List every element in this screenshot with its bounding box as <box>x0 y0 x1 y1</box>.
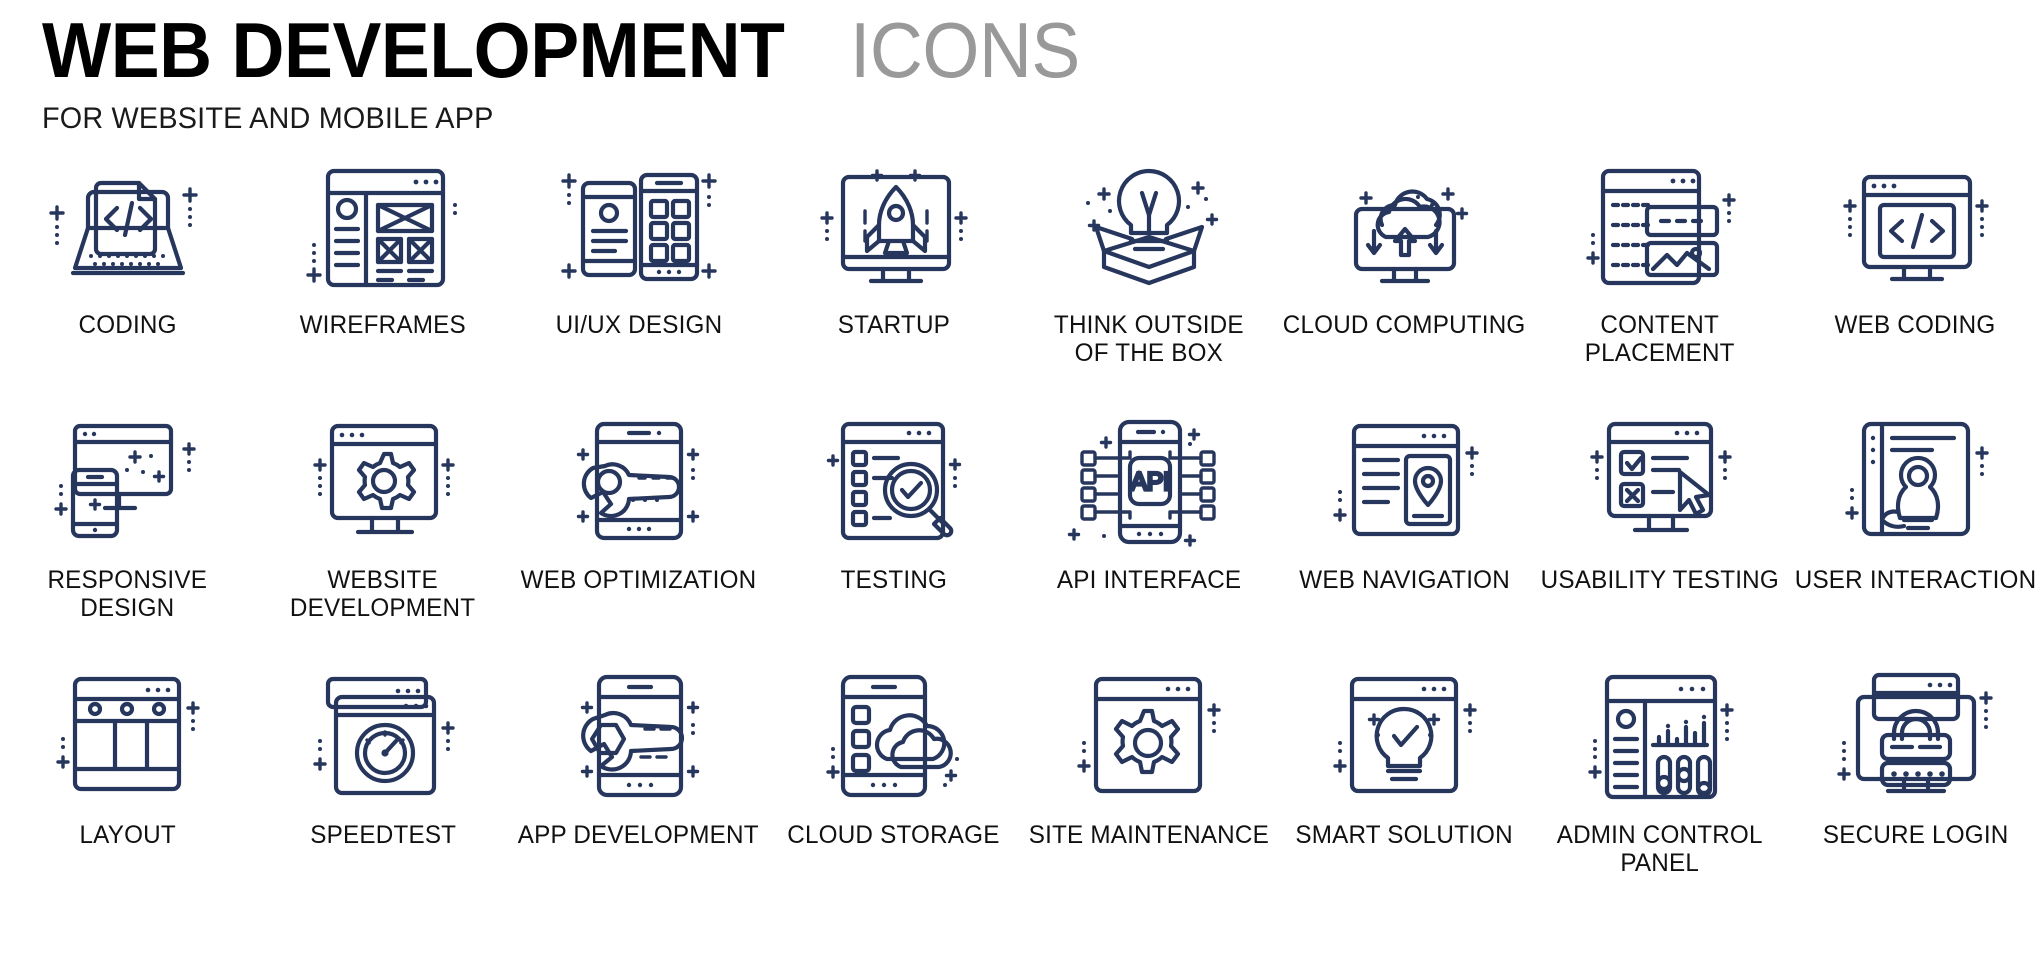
icon-cell-startup[interactable]: STARTUP <box>766 150 1021 405</box>
icon-cell-smart-solution[interactable]: SMART SOLUTION <box>1277 660 1532 915</box>
icon-label: STARTUP <box>837 311 950 339</box>
layout-grid-icon <box>38 660 218 815</box>
icon-label: CONTENT PLACEMENT <box>1584 311 1735 367</box>
icon-label: SPEEDTEST <box>310 821 457 849</box>
icon-cell-cloud-computing[interactable]: CLOUD COMPUTING <box>1277 150 1532 405</box>
tablet-hand-touch-icon <box>1825 405 2005 560</box>
checklist-magnifier-icon <box>804 405 984 560</box>
monitor-gear-icon <box>293 405 473 560</box>
icon-label: SITE MAINTENANCE <box>1029 821 1270 849</box>
icon-label: UI/UX DESIGN <box>555 311 722 339</box>
icon-label: CLOUD COMPUTING <box>1283 311 1526 339</box>
mobile-panels-icon <box>548 150 728 305</box>
icon-label: CODING <box>78 311 177 339</box>
browser-gear-icon <box>1059 660 1239 815</box>
icon-cell-web-optimization[interactable]: WEB OPTIMIZATION <box>511 405 766 660</box>
wrench-phone-icon <box>548 405 728 560</box>
icon-cell-content-placement[interactable]: CONTENT PLACEMENT <box>1532 150 1787 405</box>
lightbulb-box-icon <box>1059 150 1239 305</box>
browser-gauge-icon <box>293 660 473 815</box>
icon-label: WEBSITE DEVELOPMENT <box>290 566 476 622</box>
page-header: WEB DEVELOPMENT ICONS FOR WEBSITE AND MO… <box>42 8 1094 136</box>
icon-cell-usability-testing[interactable]: USABILITY TESTING <box>1532 405 1787 660</box>
icon-cell-wireframes[interactable]: WIREFRAMES <box>255 150 510 405</box>
monitor-cursor-check-icon <box>1570 405 1750 560</box>
icon-label: WIREFRAMES <box>299 311 467 339</box>
icon-label: USABILITY TESTING <box>1540 566 1780 594</box>
wrench-mobile-icon <box>548 660 728 815</box>
icon-cell-app-development[interactable]: APP DEVELOPMENT <box>511 660 766 915</box>
icon-label: LAYOUT <box>79 821 176 849</box>
page-subtitle: FOR WEBSITE AND MOBILE APP <box>42 102 494 135</box>
icon-cell-think-outside-box[interactable]: THINK OUTSIDE OF THE BOX <box>1022 150 1277 405</box>
icon-label: TESTING <box>840 566 948 594</box>
monitor-lock-icon <box>1825 660 2005 815</box>
icon-cell-speedtest[interactable]: SPEEDTEST <box>255 660 510 915</box>
page-title-accent: ICONS <box>849 6 1080 94</box>
icon-cell-web-navigation[interactable]: WEB NAVIGATION <box>1277 405 1532 660</box>
icon-grid: CODING WIREFRAMES UI/UX DESIGN STARTUP T… <box>0 150 2043 915</box>
rocket-monitor-icon <box>804 150 984 305</box>
dashboard-sliders-icon <box>1570 660 1750 815</box>
cloud-arrows-monitor-icon <box>1315 150 1495 305</box>
icon-cell-user-interaction[interactable]: USER INTERACTION <box>1788 405 2043 660</box>
icon-cell-layout[interactable]: LAYOUT <box>0 660 255 915</box>
icon-label: THINK OUTSIDE OF THE BOX <box>1054 311 1245 367</box>
title-line: WEB DEVELOPMENT ICONS <box>42 8 1094 92</box>
icon-label: WEB NAVIGATION <box>1299 566 1510 594</box>
icon-label: SMART SOLUTION <box>1295 821 1514 849</box>
icon-cell-testing[interactable]: TESTING <box>766 405 1021 660</box>
icon-cell-uiux-design[interactable]: UI/UX DESIGN <box>511 150 766 405</box>
icon-label: API INTERFACE <box>1056 566 1242 594</box>
icon-cell-cloud-storage[interactable]: CLOUD STORAGE <box>766 660 1021 915</box>
icon-label: WEB OPTIMIZATION <box>520 566 757 594</box>
icon-label: WEB CODING <box>1834 311 1996 339</box>
icon-label: USER INTERACTION <box>1794 566 2037 594</box>
api-phone-icon: API <box>1059 405 1239 560</box>
icon-label: SECURE LOGIN <box>1822 821 2009 849</box>
icon-label: ADMIN CONTROL PANEL <box>1556 821 1763 877</box>
page-title: WEB DEVELOPMENT <box>42 6 785 94</box>
mobile-cloud-icon <box>804 660 984 815</box>
icon-cell-secure-login[interactable]: SECURE LOGIN <box>1788 660 2043 915</box>
icon-label: APP DEVELOPMENT <box>517 821 759 849</box>
laptop-code-icon <box>38 150 218 305</box>
icon-cell-website-development[interactable]: WEBSITE DEVELOPMENT <box>255 405 510 660</box>
icon-label: CLOUD STORAGE <box>787 821 1000 849</box>
svg-text:API: API <box>1131 468 1170 496</box>
content-blocks-icon <box>1570 150 1750 305</box>
icon-cell-site-maintenance[interactable]: SITE MAINTENANCE <box>1022 660 1277 915</box>
monitor-code-icon <box>1825 150 2005 305</box>
icon-cell-responsive-design[interactable]: RESPONSIVE DESIGN <box>0 405 255 660</box>
icon-label: RESPONSIVE DESIGN <box>47 566 208 622</box>
monitor-phone-icon <box>38 405 218 560</box>
bulb-check-browser-icon <box>1315 660 1495 815</box>
browser-pin-icon <box>1315 405 1495 560</box>
icon-cell-api-interface[interactable]: API API INTERFACE <box>1022 405 1277 660</box>
icon-cell-coding[interactable]: CODING <box>0 150 255 405</box>
icon-cell-admin-control-panel[interactable]: ADMIN CONTROL PANEL <box>1532 660 1787 915</box>
wireframe-layout-icon <box>293 150 473 305</box>
icon-cell-web-coding[interactable]: WEB CODING <box>1788 150 2043 405</box>
